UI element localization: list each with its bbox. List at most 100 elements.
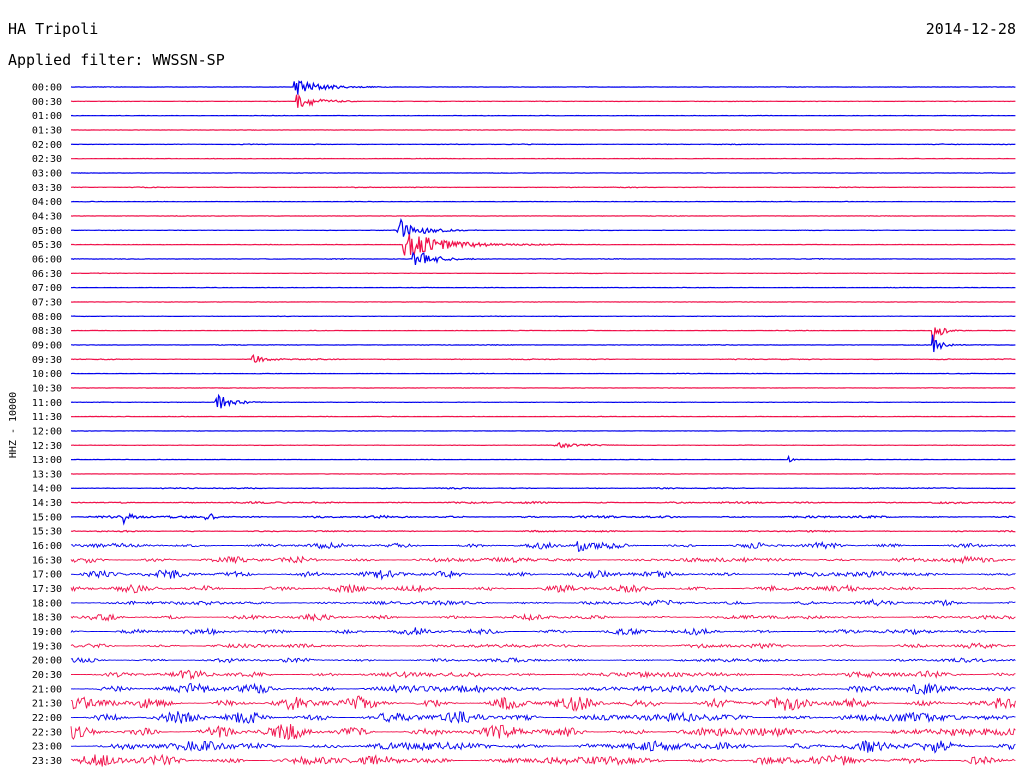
row-label: 19:00 bbox=[32, 627, 62, 638]
row-label: 22:30 bbox=[32, 727, 62, 738]
row-label: 08:00 bbox=[32, 312, 62, 323]
trace-line bbox=[70, 583, 1016, 594]
row-label: 13:30 bbox=[32, 469, 62, 480]
trace-line bbox=[70, 740, 1016, 754]
row-label: 02:00 bbox=[32, 140, 62, 151]
trace-line bbox=[70, 555, 1016, 565]
trace-line bbox=[70, 500, 1016, 505]
trace-line bbox=[70, 613, 1016, 622]
row-label: 15:00 bbox=[32, 512, 62, 523]
trace-line bbox=[70, 598, 1016, 607]
row-label: 08:30 bbox=[32, 326, 62, 337]
row-label: 11:00 bbox=[32, 398, 62, 409]
trace-line bbox=[70, 695, 1016, 712]
row-label: 20:00 bbox=[32, 656, 62, 667]
row-label: 18:00 bbox=[32, 598, 62, 609]
row-label: 12:30 bbox=[32, 441, 62, 452]
row-label: 13:00 bbox=[32, 455, 62, 466]
trace-line bbox=[70, 512, 1016, 526]
trace-line bbox=[70, 415, 1016, 418]
row-label: 14:00 bbox=[32, 484, 62, 495]
row-label: 04:30 bbox=[32, 211, 62, 222]
trace-line bbox=[70, 642, 1016, 650]
row-label: 16:00 bbox=[32, 541, 62, 552]
trace-line bbox=[71, 669, 1016, 681]
row-label: 09:30 bbox=[32, 355, 62, 366]
trace-line bbox=[70, 315, 1016, 318]
trace-line bbox=[70, 215, 1016, 217]
row-label: 15:30 bbox=[32, 527, 62, 538]
row-label: 04:00 bbox=[32, 197, 62, 208]
row-label: 17:00 bbox=[32, 570, 62, 581]
row-label: 06:30 bbox=[32, 269, 62, 280]
trace-group bbox=[70, 80, 1016, 767]
trace-line bbox=[71, 454, 1016, 463]
trace-line bbox=[70, 80, 1016, 95]
row-label: 12:00 bbox=[32, 426, 62, 437]
trace-line bbox=[70, 372, 1016, 375]
trace-line bbox=[70, 129, 1016, 131]
row-label: 03:00 bbox=[32, 168, 62, 179]
row-label: 21:30 bbox=[32, 699, 62, 710]
row-label: 17:30 bbox=[32, 584, 62, 595]
trace-line bbox=[70, 393, 1016, 409]
row-label: 03:30 bbox=[32, 183, 62, 194]
trace-line bbox=[70, 327, 1016, 344]
channel-label: HHZ - 10000 bbox=[8, 392, 19, 458]
row-label: 21:00 bbox=[32, 684, 62, 695]
row-label: 20:30 bbox=[32, 670, 62, 681]
trace-line bbox=[70, 143, 1016, 146]
row-label: 10:00 bbox=[32, 369, 62, 380]
trace-line bbox=[70, 473, 1016, 475]
trace-line bbox=[70, 430, 1016, 432]
row-label: 11:30 bbox=[32, 412, 62, 423]
trace-line bbox=[70, 251, 1016, 266]
trace-line bbox=[70, 711, 1016, 724]
row-label: 19:30 bbox=[32, 641, 62, 652]
trace-line bbox=[70, 172, 1016, 174]
trace-line bbox=[70, 627, 1016, 637]
row-label: 02:30 bbox=[32, 154, 62, 165]
trace-line bbox=[71, 157, 1016, 160]
trace-line bbox=[70, 114, 1016, 117]
row-label: 06:00 bbox=[32, 254, 62, 265]
trace-line bbox=[70, 301, 1016, 303]
row-label: 01:00 bbox=[32, 111, 62, 122]
row-label: 10:30 bbox=[32, 383, 62, 394]
trace-line bbox=[71, 387, 1016, 389]
row-label: 16:30 bbox=[32, 555, 62, 566]
trace-line bbox=[70, 93, 1016, 108]
row-label: 07:00 bbox=[32, 283, 62, 294]
row-label: 00:00 bbox=[32, 83, 62, 94]
trace-line bbox=[70, 724, 1016, 741]
row-label: 01:30 bbox=[32, 125, 62, 136]
row-label: 05:00 bbox=[32, 226, 62, 237]
trace-line bbox=[71, 334, 1016, 353]
trace-line bbox=[70, 753, 1016, 767]
trace-line bbox=[70, 354, 1016, 363]
trace-line bbox=[71, 272, 1016, 275]
trace-line bbox=[70, 217, 1016, 237]
row-label: 07:30 bbox=[32, 297, 62, 308]
row-label: 18:30 bbox=[32, 613, 62, 624]
row-labels: 00:00 00:30 01:00 01:30 02:00 02:30 03:00 03:30… bbox=[32, 83, 62, 768]
helicorder-plot: 00:00 00:30 01:00 01:30 02:00 02:30 03:00 03:30… bbox=[8, 80, 1016, 768]
trace-line bbox=[70, 569, 1016, 581]
trace-line bbox=[70, 486, 1016, 490]
trace-line bbox=[70, 186, 1016, 189]
row-label: 22:00 bbox=[32, 713, 62, 724]
trace-line bbox=[70, 200, 1016, 203]
trace-line bbox=[70, 529, 1016, 533]
row-label: 09:00 bbox=[32, 340, 62, 351]
trace-line bbox=[70, 682, 1016, 696]
trace-line bbox=[70, 657, 1016, 664]
trace-line bbox=[71, 233, 1016, 257]
row-label: 00:30 bbox=[32, 97, 62, 108]
trace-line bbox=[70, 540, 1016, 552]
trace-line bbox=[70, 286, 1016, 289]
row-label: 05:30 bbox=[32, 240, 62, 251]
row-label: 14:30 bbox=[32, 498, 62, 509]
row-label: 23:00 bbox=[32, 742, 62, 753]
row-label: 23:30 bbox=[32, 756, 62, 767]
trace-line bbox=[70, 442, 1016, 449]
